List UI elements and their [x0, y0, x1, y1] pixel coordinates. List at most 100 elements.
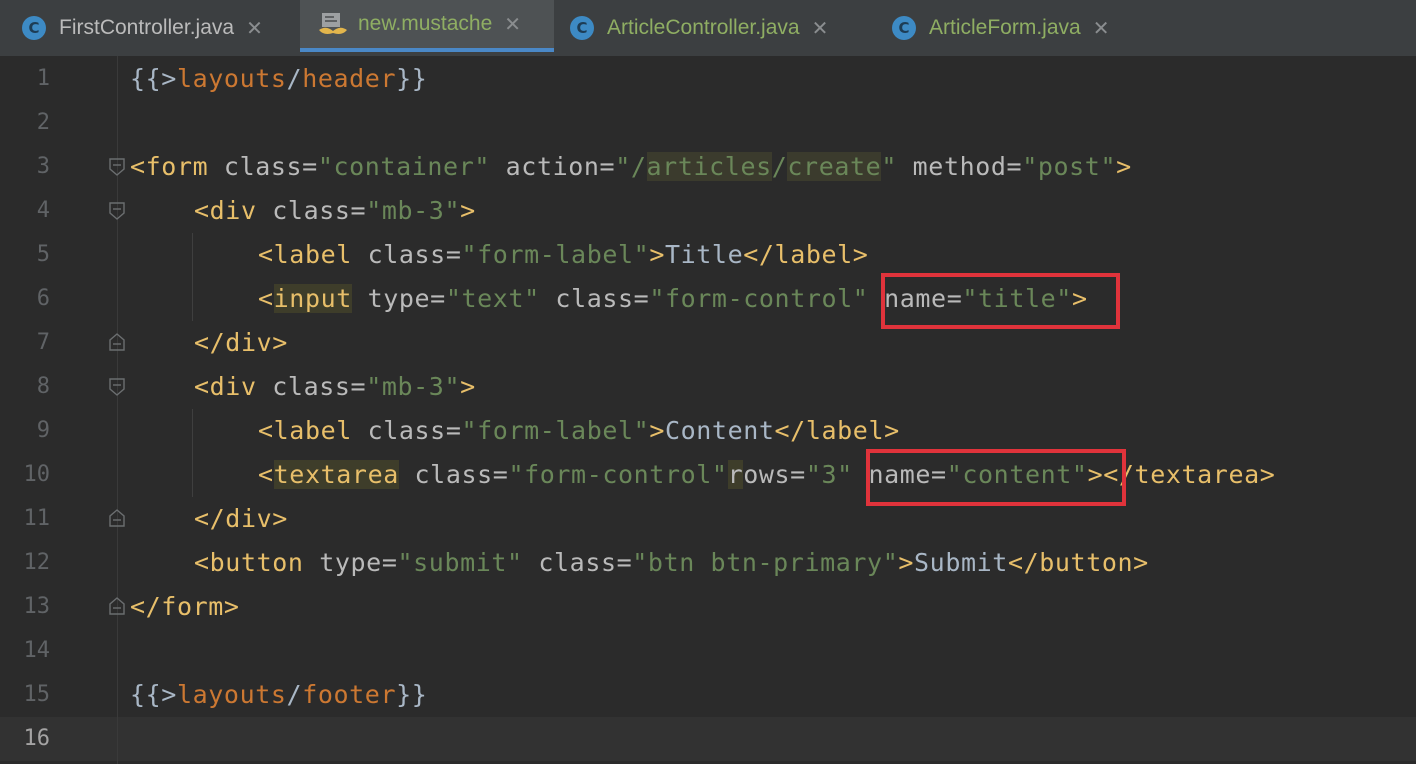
annotation-box-content: [866, 449, 1126, 506]
tag-name-highlight: input: [273, 284, 352, 313]
code-line-13: </form>: [130, 585, 240, 629]
tag-bracket: <: [194, 196, 210, 225]
line-number: 8: [36, 374, 50, 399]
attr-value: "form-label": [461, 240, 650, 269]
path-separator: /: [286, 64, 303, 93]
line-number: 7: [36, 330, 50, 355]
line-number: 1: [36, 66, 50, 91]
tab-label: new.mustache: [358, 12, 493, 35]
attr-value: "container": [317, 152, 490, 181]
text-content: Content: [664, 416, 775, 445]
close-icon[interactable]: ✕: [1093, 16, 1110, 40]
path-segment: footer: [302, 680, 397, 709]
tag-bracket: >: [460, 196, 476, 225]
tag-bracket: <: [258, 460, 274, 489]
fold-collapse-icon[interactable]: [109, 378, 125, 396]
attr-value: "post": [1022, 152, 1117, 181]
attr-value: "mb-3": [366, 372, 461, 401]
mustache-icon: [319, 13, 347, 34]
code-line-5: <label class="form-label">Title</label>: [258, 233, 868, 277]
attr-name: class=: [208, 152, 318, 181]
attr-value: "/: [615, 152, 647, 181]
tag-name: div: [209, 372, 257, 401]
tab-first-controller[interactable]: C FirstController.java ✕: [0, 0, 300, 56]
attr-name: type=: [303, 548, 398, 577]
attr-name: class=: [351, 416, 462, 445]
close-icon[interactable]: ✕: [812, 16, 829, 40]
mustache-close: }}: [396, 64, 428, 93]
line-number: 11: [23, 506, 51, 531]
code-line-11: </div>: [194, 497, 288, 541]
closing-tag: </label>: [774, 416, 900, 445]
tag-name: div: [209, 196, 257, 225]
attr-name: action=: [490, 152, 616, 181]
tab-article-controller[interactable]: C ArticleController.java ✕: [554, 0, 874, 56]
attr-name: class=: [256, 372, 367, 401]
line-number: 9: [36, 418, 50, 443]
attr-name: method=: [896, 152, 1023, 181]
tag-name: form: [145, 152, 209, 181]
close-icon[interactable]: ✕: [504, 12, 521, 36]
closing-tag: </div>: [194, 504, 288, 533]
tag-bracket: >: [898, 548, 915, 577]
tag-bracket: <: [258, 284, 274, 313]
closing-tag: </button>: [1007, 548, 1149, 577]
text-content: Submit: [914, 548, 1008, 577]
mustache-close: }}: [396, 680, 428, 709]
tab-label: FirstController.java: [59, 16, 235, 39]
line-number: 14: [23, 638, 51, 663]
code-line-12: <button type="submit" class="btn btn-pri…: [194, 541, 1149, 585]
tab-article-form[interactable]: C ArticleForm.java ✕: [874, 0, 1154, 56]
attr-value: "form-control": [508, 460, 728, 489]
line-number: 12: [23, 550, 51, 575]
fold-collapse-icon[interactable]: [109, 158, 125, 176]
code-line-7: </div>: [194, 321, 288, 365]
tab-label: ArticleController.java: [607, 16, 800, 39]
tag-bracket: <: [258, 416, 274, 445]
line-number: 2: [36, 110, 50, 135]
attr-name: type=: [351, 284, 446, 313]
closing-tag: </form>: [130, 592, 240, 621]
tag-bracket: >: [649, 240, 665, 269]
attr-name: class=: [398, 460, 509, 489]
attr-name: class=: [539, 284, 650, 313]
tab-label: ArticleForm.java: [929, 16, 1081, 39]
path-separator: /: [286, 680, 303, 709]
tag-name: label: [273, 416, 352, 445]
tag-bracket: >: [1116, 152, 1132, 181]
fold-end-icon[interactable]: [109, 509, 125, 527]
text-content: Title: [664, 240, 744, 269]
editor-tab-bar: C FirstController.java ✕ new.mustache ✕ …: [0, 0, 1416, 57]
java-class-icon: C: [892, 16, 916, 40]
path-segment: layouts: [176, 64, 287, 93]
path-segment: layouts: [176, 680, 287, 709]
fold-end-icon[interactable]: [109, 333, 125, 351]
tag-bracket: <: [194, 372, 210, 401]
code-line-3: <form class="container" action="/article…: [130, 145, 1132, 189]
tag-name-highlight: textarea: [273, 460, 399, 489]
attr-name: class=: [522, 548, 633, 577]
tag-bracket: <: [194, 548, 210, 577]
mustache-open: {{>: [130, 64, 177, 93]
tag-name: label: [273, 240, 352, 269]
fold-collapse-icon[interactable]: [109, 202, 125, 220]
tag-bracket: <: [258, 240, 274, 269]
tab-new-mustache[interactable]: new.mustache ✕: [300, 0, 554, 52]
fold-end-icon[interactable]: [109, 597, 125, 615]
tag-bracket: >: [460, 372, 476, 401]
java-class-icon: C: [570, 16, 594, 40]
line-number: 3: [36, 154, 50, 179]
attr-value: "3": [805, 460, 853, 489]
close-icon[interactable]: ✕: [246, 16, 263, 40]
current-line-highlight: [0, 717, 1416, 761]
closing-tag: </label>: [743, 240, 869, 269]
closing-tag: </div>: [194, 328, 288, 357]
line-number: 16: [23, 726, 51, 751]
java-class-icon: C: [22, 16, 46, 40]
mustache-open: {{>: [130, 680, 177, 709]
indent-guide: [192, 233, 193, 321]
indent-guide: [192, 409, 193, 497]
attr-value-highlight: create: [787, 152, 882, 181]
attr-value-highlight: articles: [646, 152, 772, 181]
line-number: 10: [23, 462, 51, 487]
